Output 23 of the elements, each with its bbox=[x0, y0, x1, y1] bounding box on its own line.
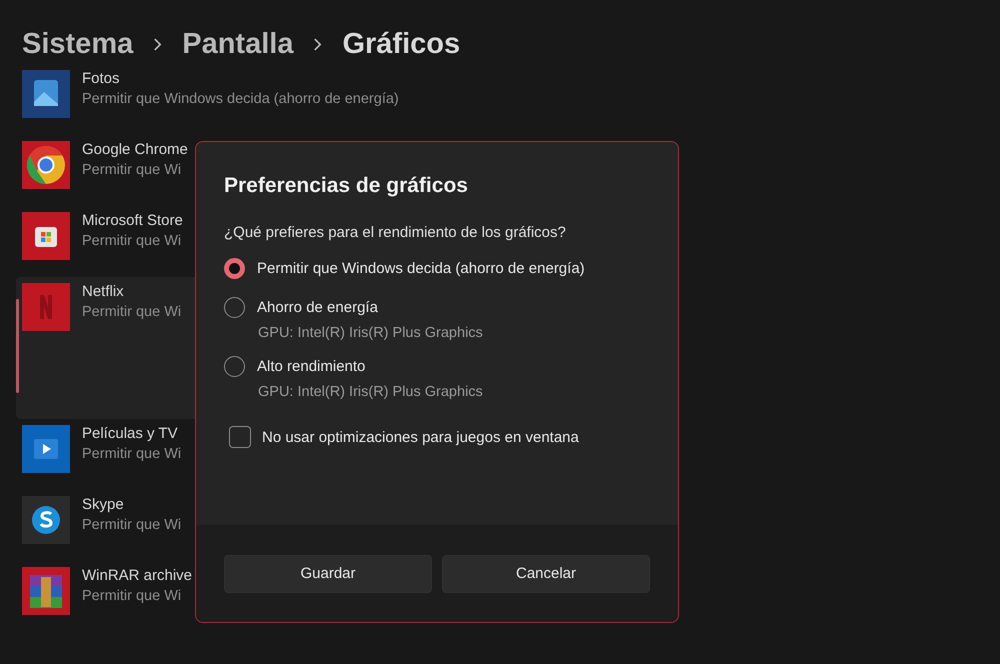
dialog-title: Preferencias de gráficos bbox=[224, 174, 469, 198]
app-setting: Permitir que Wi bbox=[82, 233, 182, 249]
app-setting: Permitir que Wi bbox=[82, 446, 182, 462]
app-name: WinRAR archive bbox=[82, 567, 192, 584]
breadcrumb-item: Gráficos bbox=[342, 28, 460, 60]
app-name: Fotos bbox=[82, 70, 121, 87]
app-name: Skype bbox=[82, 496, 125, 513]
gpu-text: GPU: Intel(R) Iris(R) Plus Graphics bbox=[258, 384, 484, 400]
checkbox-label: No usar optimizaciones para juegos en ventana bbox=[262, 428, 579, 446]
app-name: Microsoft Store bbox=[82, 212, 183, 229]
app-setting: Permitir que Wi bbox=[82, 517, 182, 533]
gpu-text: GPU: Intel(R) Iris(R) Plus Graphics bbox=[258, 325, 484, 341]
question-text: ¿Qué prefieres para el rendimiento de los gráficos? bbox=[224, 224, 567, 241]
option-label: Alto rendimiento bbox=[257, 358, 366, 375]
app-setting: Permitir que Wi bbox=[82, 162, 182, 178]
option-label: Ahorro de energía bbox=[257, 299, 378, 316]
app-setting: Permitir que Wi bbox=[82, 588, 182, 604]
app-name: Películas y TV bbox=[82, 425, 179, 442]
app-name: Google Chrome bbox=[82, 141, 188, 158]
app-setting: Permitir que Windows decida (ahorro de energía) bbox=[82, 91, 399, 107]
option-label: Permitir que Windows decida (ahorro de energía) bbox=[257, 260, 585, 277]
app-name: Netflix bbox=[82, 283, 125, 300]
app-setting: Permitir que Wi bbox=[82, 304, 182, 320]
